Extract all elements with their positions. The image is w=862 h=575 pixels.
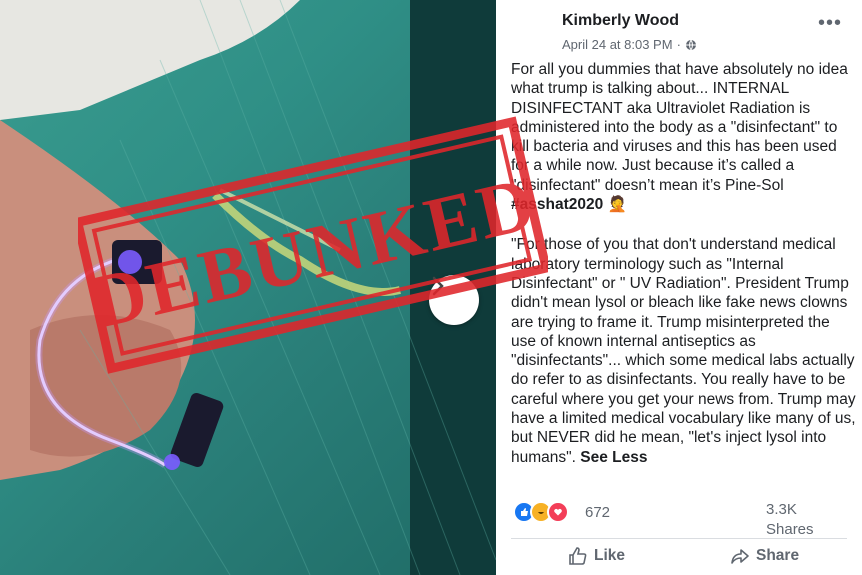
post-paragraph: "For those of you that don't understand … <box>511 236 856 466</box>
see-less-link[interactable]: See Less <box>580 449 647 466</box>
actions-divider <box>511 538 847 539</box>
globe-icon <box>685 39 696 50</box>
love-reaction-icon <box>547 501 569 523</box>
reaction-count: 672 <box>585 503 611 521</box>
post-paragraph: For all you dummies that have absolutely… <box>511 61 848 214</box>
share-icon <box>731 549 749 564</box>
post-timestamp[interactable]: April 24 at 8:03 PM <box>562 37 673 52</box>
post-photo[interactable] <box>0 0 496 575</box>
next-photo-button[interactable] <box>429 275 479 325</box>
post-author[interactable]: Kimberly Wood <box>562 12 679 30</box>
photo-illustration <box>0 0 496 575</box>
facepalm-emoji: 🤦 <box>607 196 627 214</box>
shares-count[interactable]: 3.3K Shares <box>766 500 814 540</box>
more-options-button[interactable]: ••• <box>818 13 842 33</box>
post-text: For all you dummies that have absolutely… <box>511 60 856 488</box>
post-panel: Kimberly Wood April 24 at 8:03 PM · ••• … <box>496 0 862 575</box>
reactions-summary[interactable]: 672 <box>513 501 610 523</box>
like-button[interactable]: Like <box>568 546 625 566</box>
post-meta: April 24 at 8:03 PM · <box>562 37 697 52</box>
hashtag-link[interactable]: #asshat2020 <box>511 196 603 213</box>
like-icon <box>569 547 587 565</box>
share-button[interactable]: Share <box>730 546 799 566</box>
meta-separator: · <box>676 37 681 52</box>
chevron-right-icon <box>432 276 444 296</box>
